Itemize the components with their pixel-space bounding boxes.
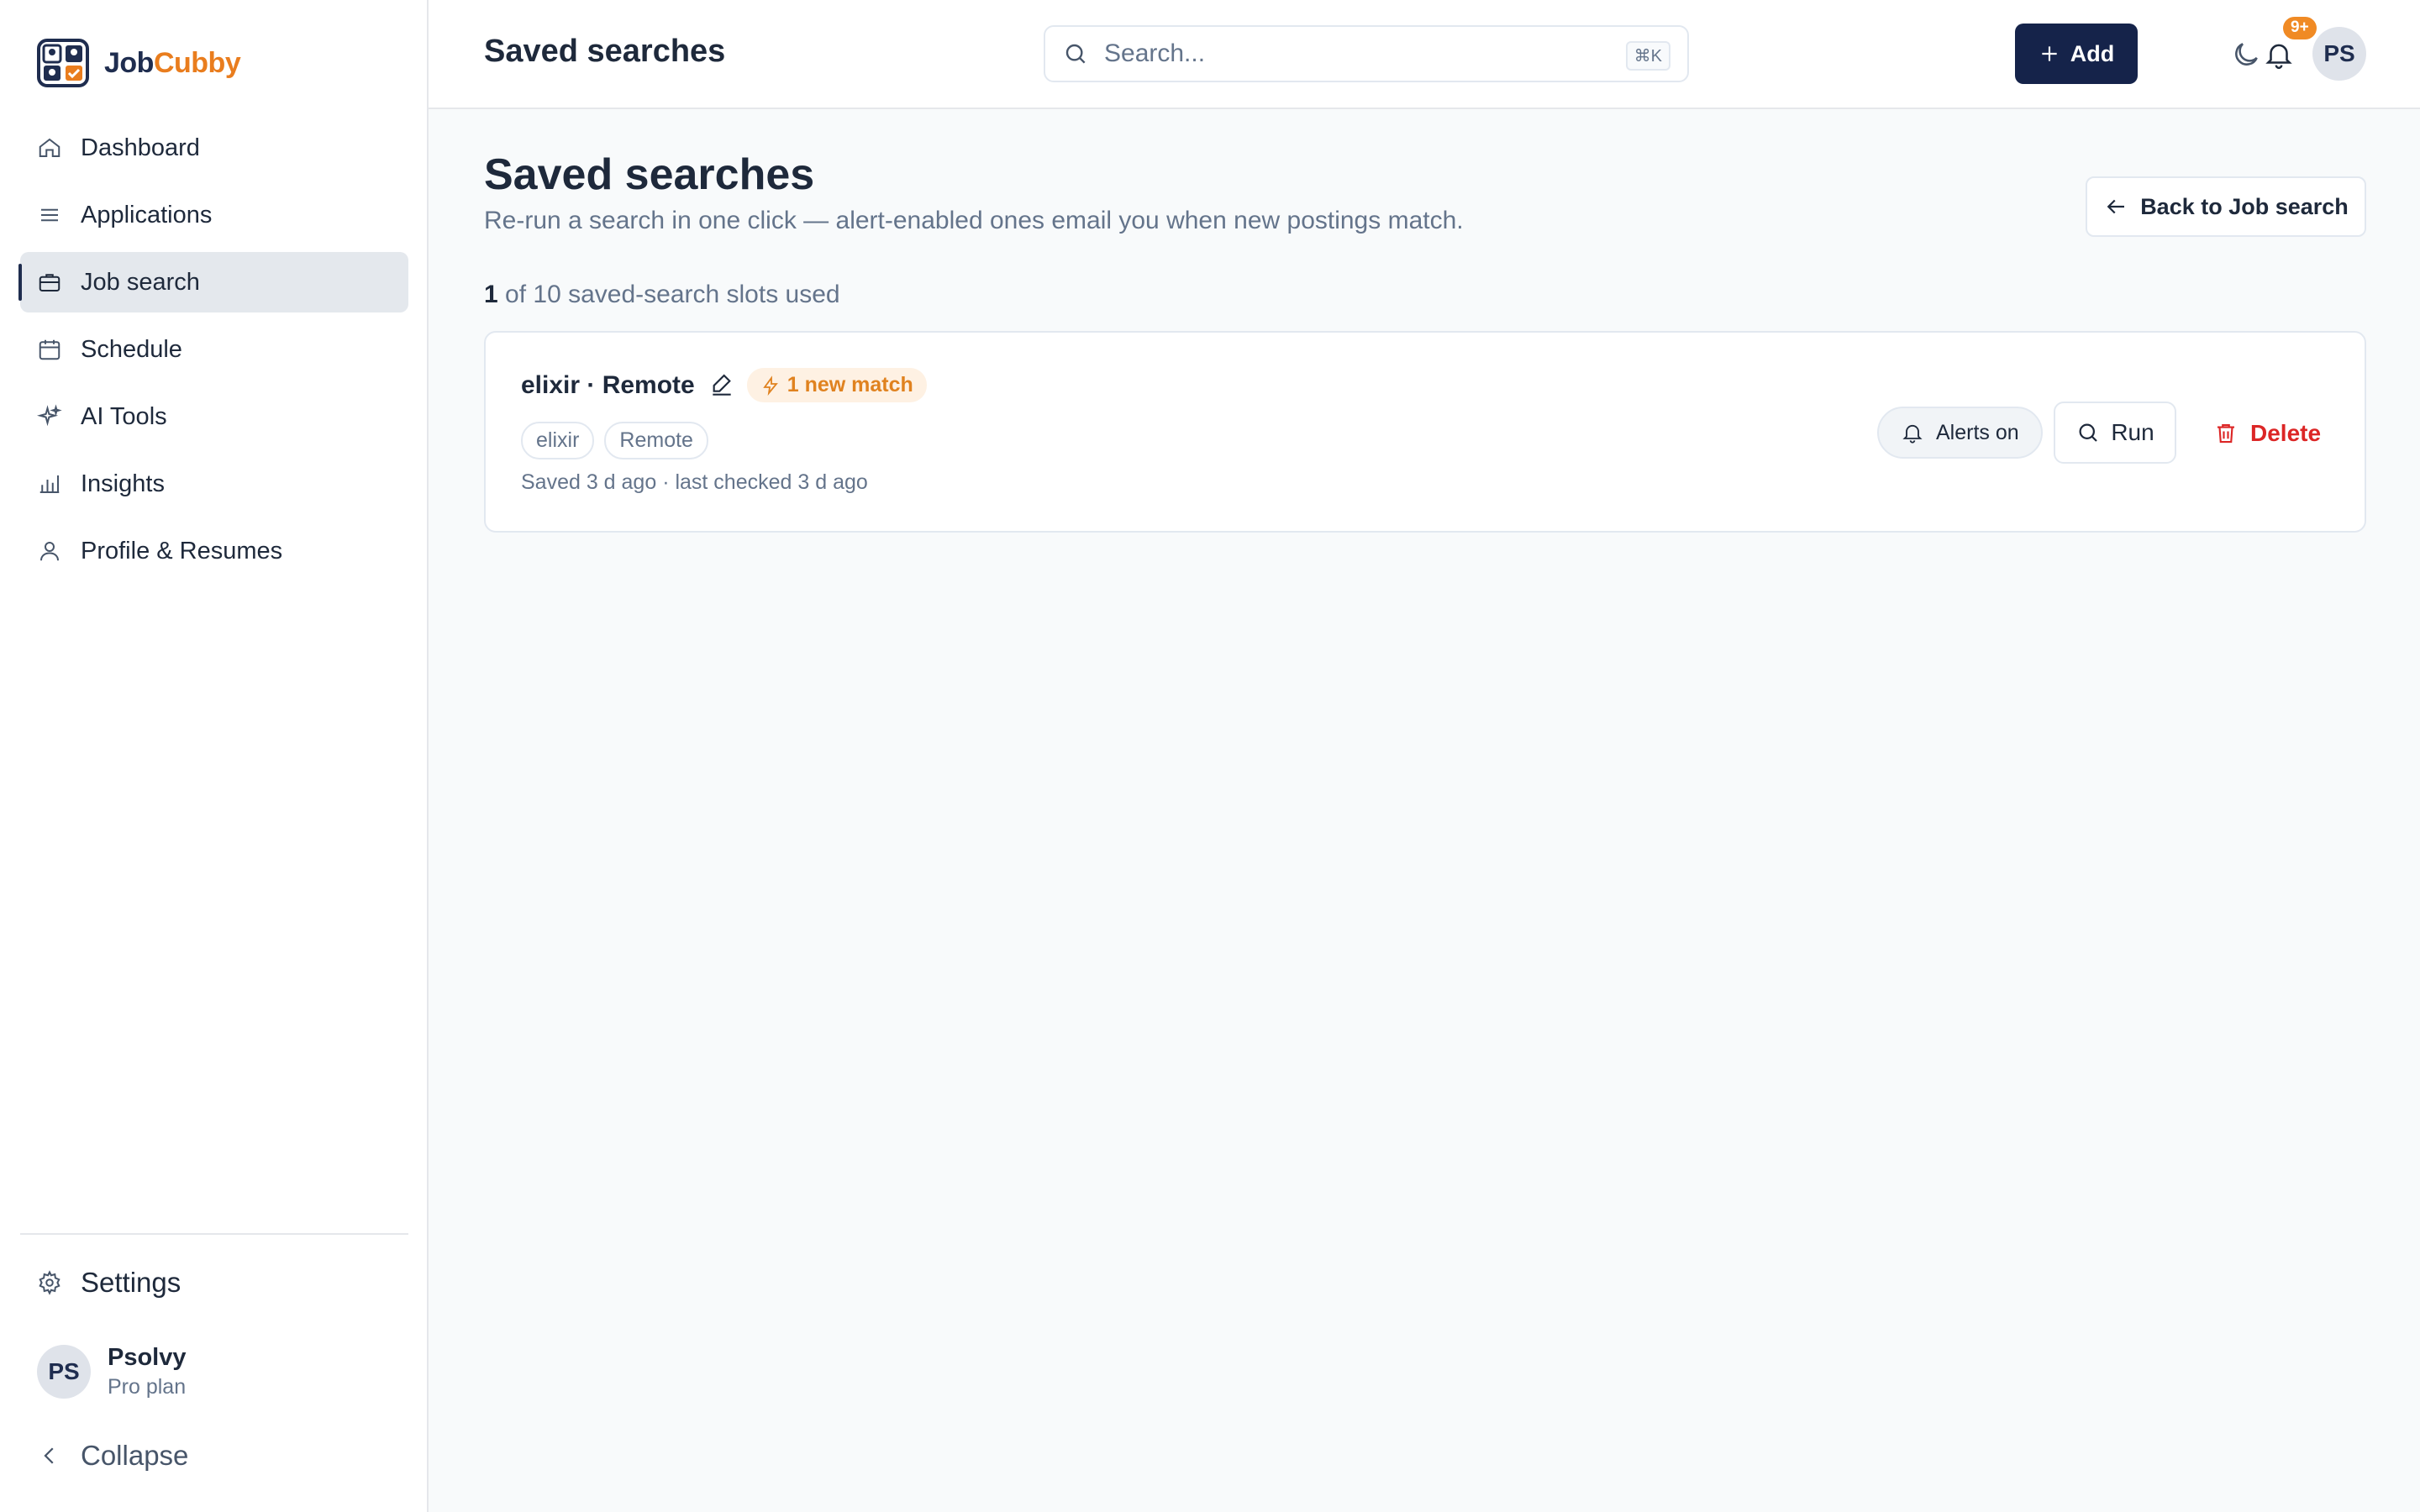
sidebar-nav: Dashboard Applications Job search Schedu…: [18, 118, 408, 588]
brand-name-part1: Job: [104, 46, 154, 79]
plus-icon: [2042, 46, 2057, 61]
sidebar-item-schedule[interactable]: Schedule: [20, 319, 408, 380]
sidebar-item-insights[interactable]: Insights: [20, 454, 408, 514]
sidebar-item-ai-tools[interactable]: AI Tools: [20, 386, 408, 447]
search-icon: [2079, 423, 2098, 442]
alerts-label: Alerts on: [1936, 420, 2019, 444]
saved-search-title: elixir · Remote: [521, 370, 695, 399]
filter-chip: Remote: [604, 422, 708, 459]
logo-icon: [37, 39, 89, 87]
sparkles-icon: [37, 404, 62, 427]
saved-search-meta: Saved 3 d ago · last checked 3 d ago: [521, 470, 868, 494]
user-name: Psolvy: [108, 1344, 187, 1371]
sidebar: JobCubby Dashboard Applications Job sear…: [0, 0, 429, 1512]
add-button[interactable]: Add: [2015, 24, 2138, 84]
search-icon: [1065, 44, 1086, 64]
add-label: Add: [2070, 40, 2115, 66]
run-label: Run: [2111, 419, 2154, 445]
bell-icon: [2265, 44, 2292, 70]
avatar[interactable]: PS: [2312, 27, 2366, 81]
search-placeholder: Search...: [1104, 39, 1206, 67]
sidebar-item-profile-resumes[interactable]: Profile & Resumes: [20, 521, 408, 581]
top-bar: Saved searches Search... ⌘K Add 9+ PS: [429, 0, 2420, 109]
run-search-button[interactable]: Run: [2054, 402, 2176, 464]
search-shortcut: ⌘K: [1625, 41, 1670, 71]
calendar-icon: [39, 339, 60, 360]
sidebar-item-label: Job search: [81, 268, 200, 296]
sidebar-item-label: Profile & Resumes: [81, 537, 283, 564]
trash-icon: [2217, 423, 2234, 444]
back-label: Back to Job search: [2140, 193, 2349, 219]
edit-icon[interactable]: [708, 372, 735, 399]
sidebar-item-settings[interactable]: Settings: [37, 1267, 181, 1299]
sidebar-item-label: Schedule: [81, 335, 182, 363]
header-title: Saved searches: [484, 34, 726, 69]
notifications-button[interactable]: 9+: [2258, 17, 2317, 76]
slots-usage: 1 of 10 saved-search slots used: [484, 281, 840, 309]
card-title-row: elixir · Remote 1 new match: [521, 368, 927, 402]
new-match-text: 1 new match: [786, 373, 913, 396]
saved-search-card: elixir · Remote 1 new match elixir Remot…: [484, 331, 2366, 533]
lightning-icon: [762, 375, 778, 396]
user-profile[interactable]: PS Psolvy Pro plan: [37, 1344, 187, 1399]
settings-label: Settings: [81, 1267, 182, 1298]
chevron-left-icon: [44, 1447, 54, 1464]
app-logo[interactable]: JobCubby: [37, 39, 241, 87]
avatar: PS: [37, 1345, 91, 1399]
sidebar-divider: [20, 1233, 408, 1235]
back-to-job-search-button[interactable]: Back to Job search: [2086, 176, 2366, 237]
slots-used-count: 1: [484, 281, 498, 308]
sidebar-item-job-search[interactable]: Job search: [18, 252, 408, 312]
sidebar-item-label: Applications: [81, 201, 213, 228]
bell-icon: [1902, 424, 1923, 444]
arrow-left-icon: [2107, 199, 2125, 214]
sidebar-item-label: AI Tools: [81, 402, 167, 430]
home-icon: [39, 138, 60, 157]
delete-label: Delete: [2250, 420, 2322, 446]
sidebar-item-applications[interactable]: Applications: [20, 185, 408, 245]
sidebar-item-label: Dashboard: [81, 134, 200, 161]
collapse-label: Collapse: [81, 1440, 189, 1471]
brand-name-part2: Cubby: [153, 46, 241, 79]
bar-chart-icon: [39, 475, 60, 493]
sidebar-item-label: Insights: [81, 470, 165, 497]
user-icon: [40, 542, 59, 561]
briefcase-icon: [39, 274, 60, 291]
notification-badge: 9+: [2283, 17, 2317, 39]
search-input[interactable]: Search... ⌘K: [1044, 25, 1689, 82]
new-match-badge: 1 new match: [746, 368, 927, 402]
user-plan: Pro plan: [108, 1375, 187, 1399]
collapse-button[interactable]: Collapse: [37, 1440, 188, 1472]
page-title: Saved searches: [484, 150, 815, 199]
filter-chip: elixir: [521, 422, 595, 459]
filter-chips: elixir Remote: [521, 422, 718, 459]
slots-text: of 10 saved-search slots used: [505, 281, 840, 308]
user-info: Psolvy Pro plan: [108, 1344, 187, 1399]
brand-name: JobCubby: [104, 46, 241, 80]
delete-search-button[interactable]: Delete: [2200, 408, 2334, 459]
alerts-toggle-button[interactable]: Alerts on: [1877, 407, 2043, 459]
sidebar-item-dashboard[interactable]: Dashboard: [20, 118, 408, 178]
list-icon: [41, 208, 58, 222]
page-subtitle: Re-run a search in one click — alert-ena…: [484, 207, 1464, 234]
gear-icon: [39, 1270, 60, 1295]
